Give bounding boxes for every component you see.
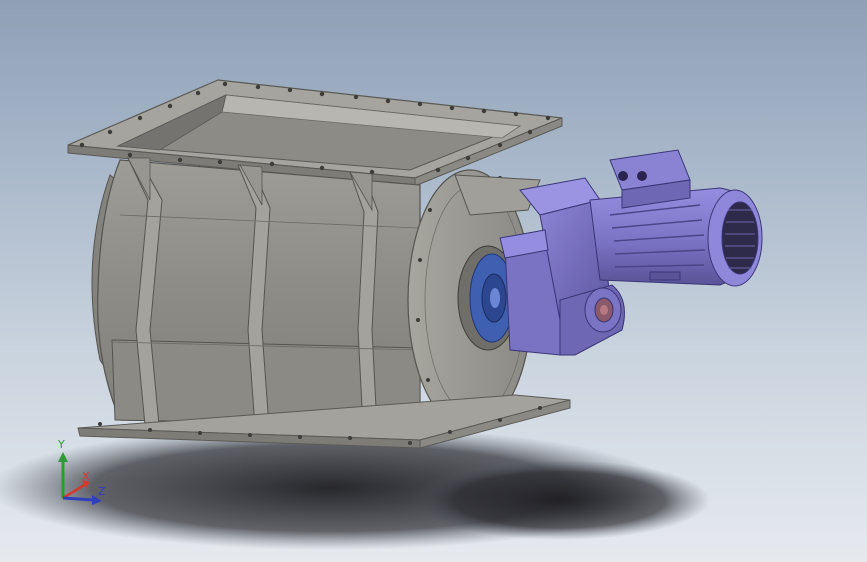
- graphics-viewport[interactable]: Y X Z: [0, 0, 867, 562]
- z-axis-arrow: [62, 496, 95, 502]
- x-axis-arrow: [62, 482, 87, 500]
- electric-motor[interactable]: [589, 149, 763, 287]
- y-axis-label: Y: [58, 438, 65, 451]
- valve-housing[interactable]: [91, 157, 421, 447]
- rotary-valve-model[interactable]: [0, 0, 867, 562]
- x-axis-label: X: [82, 470, 90, 483]
- z-axis-label: Z: [98, 485, 106, 498]
- y-arrowhead: [58, 452, 68, 462]
- axis-triad[interactable]: Y X Z: [48, 438, 118, 510]
